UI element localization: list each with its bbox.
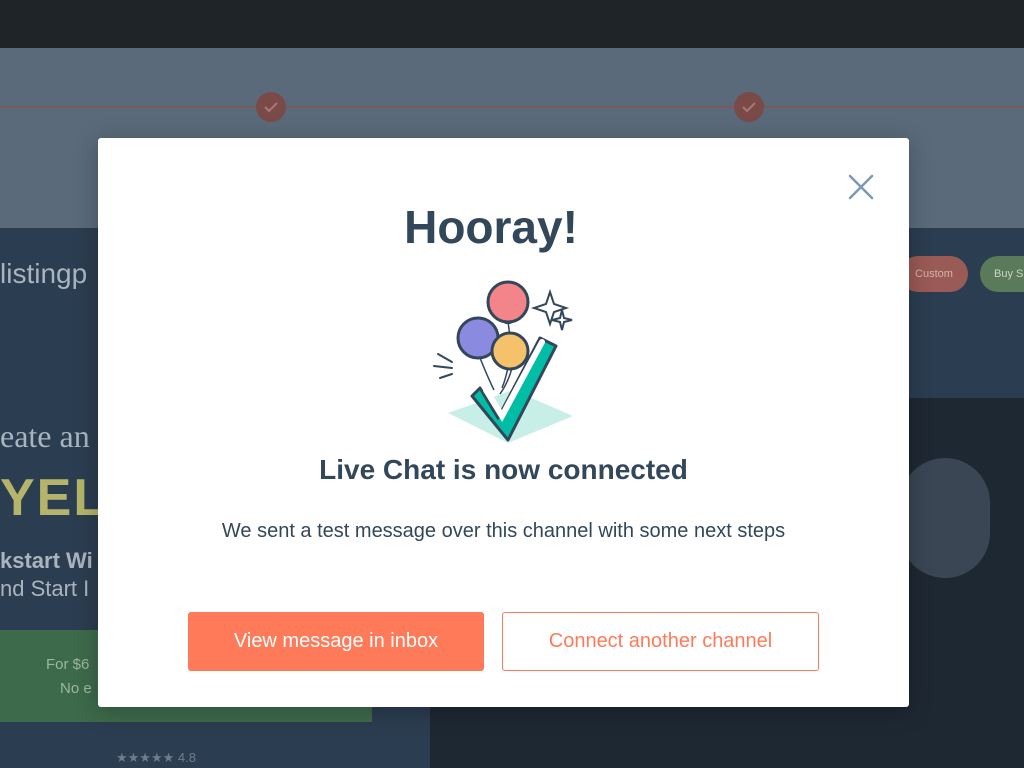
step-complete-icon — [734, 92, 764, 122]
connection-description: We sent a test message over this channel… — [221, 520, 786, 542]
preview-custom-button: Custom — [900, 256, 968, 292]
connect-another-channel-button[interactable]: Connect another channel — [502, 612, 819, 671]
preview-person — [900, 458, 990, 578]
close-icon[interactable] — [844, 170, 878, 204]
preview-logo: listingp — [0, 258, 88, 289]
step-complete-icon — [256, 92, 286, 122]
preview-buy-button: Buy S — [980, 256, 1024, 292]
stepper-line — [0, 106, 1024, 108]
balloons-checkmark-illustration — [428, 278, 578, 448]
preview-headline: eate an " — [0, 418, 111, 454]
preview-rating: ★★★★★ 4.8 — [116, 750, 196, 765]
connection-heading: Live Chat is now connected — [319, 454, 688, 485]
modal-title: Hooray! — [404, 201, 578, 253]
preview-cta-text: No e — [60, 680, 92, 697]
top-bar — [0, 0, 1024, 48]
preview-subline: kstart Wi — [0, 548, 93, 573]
success-modal: Hooray! Live Chat is now connected We se… — [98, 138, 909, 707]
preview-cta-text: For $6 — [46, 656, 90, 673]
view-message-button[interactable]: View message in inbox — [188, 612, 484, 671]
preview-subline: nd Start I — [0, 576, 90, 601]
